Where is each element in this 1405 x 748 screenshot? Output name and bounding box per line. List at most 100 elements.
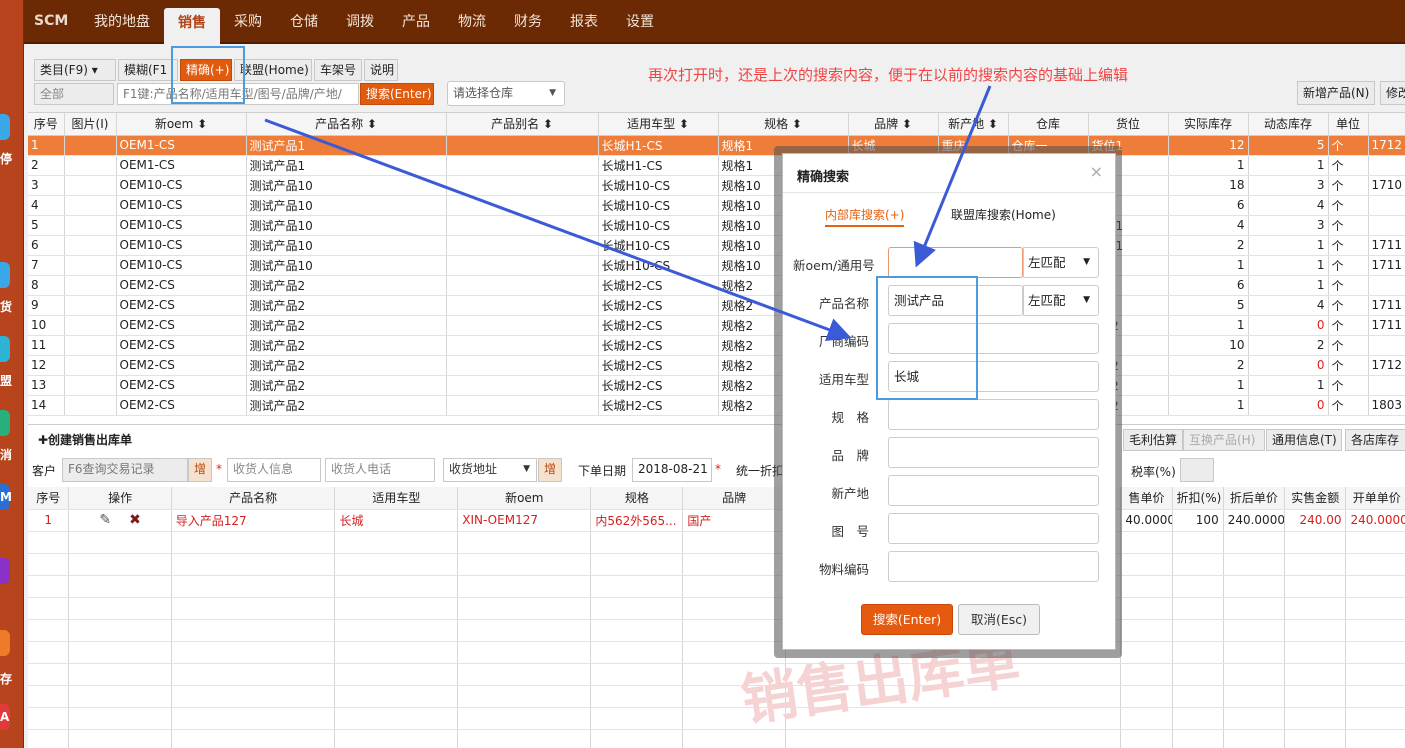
nav-item[interactable]: 报表: [556, 0, 612, 44]
nav-item[interactable]: 调拨: [332, 0, 388, 44]
column-header[interactable]: 品牌 ⬍: [848, 113, 939, 136]
table-row[interactable]: 4OEM10-CS测试产品10长城H10-CS规格103464个: [28, 195, 1405, 216]
table-cell: 测试产品2: [246, 355, 447, 376]
modify-button[interactable]: 修改: [1380, 81, 1405, 105]
table-row[interactable]: 14OEM2-CS测试产品2长城H2-CS规格2立1210个1803: [28, 395, 1405, 416]
nav-item[interactable]: 我的地盘: [80, 0, 164, 44]
match-mode-select[interactable]: 左匹配 ▼: [1023, 285, 1099, 316]
table-row[interactable]: 9OEM2-CS测试产品2长城H2-CS规格2立154个1711: [28, 295, 1405, 316]
swap-product-button[interactable]: 互换产品(H): [1183, 429, 1265, 451]
search-field-row: 物料编码: [783, 551, 1115, 583]
empty-cell: [1120, 553, 1173, 576]
empty-cell: [1172, 685, 1224, 708]
table-row[interactable]: 8OEM2-CS测试产品2长城H2-CS规格2立161个: [28, 275, 1405, 296]
table-row[interactable]: 11OEM2-CS测试产品2长城H2-CS规格201A102个: [28, 335, 1405, 356]
vin-search-tab[interactable]: 车架号: [314, 59, 362, 81]
app-icon[interactable]: [0, 114, 10, 140]
table-row[interactable]: 12OEM2-CS测试产品2长城H2-CS规格2立1220个1712: [28, 355, 1405, 376]
add-address-button[interactable]: 增: [538, 458, 562, 482]
empty-cell: [1223, 531, 1286, 554]
dialog-cancel-button[interactable]: 取消(Esc): [958, 604, 1040, 635]
search-button[interactable]: 搜索(Enter): [360, 83, 434, 105]
receiver-input[interactable]: 收货人信息: [227, 458, 321, 482]
app-icon[interactable]: [0, 262, 10, 288]
order-cell: 内562外565...: [590, 509, 684, 532]
edit-icon[interactable]: ✎: [99, 512, 111, 528]
column-header[interactable]: 产品别名 ⬍: [446, 113, 599, 136]
table-cell: [1368, 275, 1405, 296]
nav-item[interactable]: 设置: [612, 0, 668, 44]
fuzzy-search-tab[interactable]: 模糊(F1: [118, 59, 178, 81]
table-row[interactable]: 13OEM2-CS测试产品2长城H2-CS规格2立1211个: [28, 375, 1405, 396]
column-header[interactable]: 新产地 ⬍: [938, 113, 1009, 136]
table-cell: 测试产品2: [246, 395, 447, 416]
table-row[interactable]: 1OEM1-CS测试产品1长城H1-CS规格1长城重庆仓库一货位1125个171…: [28, 135, 1405, 156]
tax-rate-input[interactable]: [1180, 458, 1214, 482]
order-column-header: 售单价: [1120, 487, 1173, 510]
column-header[interactable]: 适用车型 ⬍: [598, 113, 719, 136]
category-value[interactable]: 全部: [34, 83, 114, 105]
nav-item[interactable]: 财务: [500, 0, 556, 44]
column-header[interactable]: 单位: [1328, 113, 1369, 136]
table-row[interactable]: 7OEM10-CS测试产品10长城H10-CS规格103411个1711: [28, 255, 1405, 276]
column-header[interactable]: 产品名称 ⬍: [246, 113, 447, 136]
profit-estimate-button[interactable]: 毛利估算: [1123, 429, 1183, 451]
store-stock-button[interactable]: 各店库存: [1345, 429, 1405, 451]
table-row[interactable]: 5OEM10-CS测试产品10长城H10-CS规格10货位143个: [28, 215, 1405, 236]
warehouse-select[interactable]: 请选择仓库 ▼: [447, 81, 565, 106]
field-input[interactable]: [888, 513, 1099, 544]
add-customer-button[interactable]: 增: [188, 458, 212, 482]
table-cell: [64, 135, 117, 156]
match-mode-select[interactable]: 左匹配 ▼: [1023, 247, 1099, 278]
column-header[interactable]: 实际库存: [1168, 113, 1249, 136]
table-row[interactable]: 2OEM1-CS测试产品1长城H1-CS规格1立111个: [28, 155, 1405, 176]
new-product-button[interactable]: 新增产品(N): [1297, 81, 1375, 105]
receiver-phone-input[interactable]: 收货人电话: [325, 458, 435, 482]
app-icon[interactable]: [0, 410, 10, 436]
help-tab[interactable]: 说明: [364, 59, 398, 81]
empty-cell: [1284, 641, 1347, 664]
dialog-search-button[interactable]: 搜索(Enter): [861, 604, 953, 635]
column-header[interactable]: 货位: [1088, 113, 1169, 136]
order-row[interactable]: 1 ✎ ✖ 导入产品127 长城 XIN-OEM127 内562外565... 国产 40.00…: [28, 509, 1405, 532]
field-input[interactable]: [888, 437, 1099, 468]
table-row[interactable]: 6OEM10-CS测试产品10长城H10-CS规格10货位121个1711: [28, 235, 1405, 256]
order-date-input[interactable]: 2018-08-21: [632, 458, 712, 482]
empty-cell: [1284, 729, 1347, 748]
customer-input[interactable]: F6查询交易记录: [62, 458, 188, 482]
tab-union-search[interactable]: 联盟库搜索(Home): [951, 206, 1056, 223]
app-icon[interactable]: [0, 630, 10, 656]
app-icon[interactable]: [0, 558, 10, 584]
field-input[interactable]: [888, 399, 1099, 430]
exact-search-dialog: 精确搜索 × 内部库搜索(+) 联盟库搜索(Home) 新oem/通用号 左匹配 ▼…: [782, 153, 1116, 650]
category-dropdown[interactable]: 类目(F9) ▾: [34, 59, 116, 81]
column-header[interactable]: 新oem ⬍: [116, 113, 247, 136]
empty-cell: [457, 729, 592, 748]
column-header[interactable]: 动态库存: [1248, 113, 1329, 136]
nav-item[interactable]: 销售: [164, 8, 220, 44]
table-cell: [64, 395, 117, 416]
app-icon[interactable]: [0, 336, 10, 362]
address-select[interactable]: 收货地址 ▼: [443, 458, 537, 482]
union-search-tab[interactable]: 联盟(Home): [234, 59, 312, 81]
table-row[interactable]: 3OEM10-CS测试产品10长城H10-CS规格1001A183个1710: [28, 175, 1405, 196]
close-icon[interactable]: ×: [1090, 162, 1103, 181]
nav-item[interactable]: 采购: [220, 0, 276, 44]
column-header[interactable]: 图片(I): [64, 113, 117, 136]
table-cell: [64, 335, 117, 356]
column-header[interactable]: 仓库: [1008, 113, 1089, 136]
field-input[interactable]: [888, 551, 1099, 582]
table-row[interactable]: 10OEM2-CS测试产品2长城H2-CS规格2立1210个1711: [28, 315, 1405, 336]
column-header[interactable]: [1368, 113, 1405, 136]
delete-icon[interactable]: ✖: [129, 512, 141, 528]
field-input[interactable]: [888, 247, 1023, 278]
column-header[interactable]: 序号: [28, 113, 65, 136]
general-info-button[interactable]: 通用信息(T): [1266, 429, 1342, 451]
tab-internal-search[interactable]: 内部库搜索(+): [825, 206, 905, 227]
nav-item[interactable]: 产品: [388, 0, 444, 44]
search-field-row: 新产地: [783, 475, 1115, 507]
field-input[interactable]: [888, 475, 1099, 506]
column-header[interactable]: 规格 ⬍: [718, 113, 849, 136]
nav-item[interactable]: 仓储: [276, 0, 332, 44]
nav-item[interactable]: 物流: [444, 0, 500, 44]
